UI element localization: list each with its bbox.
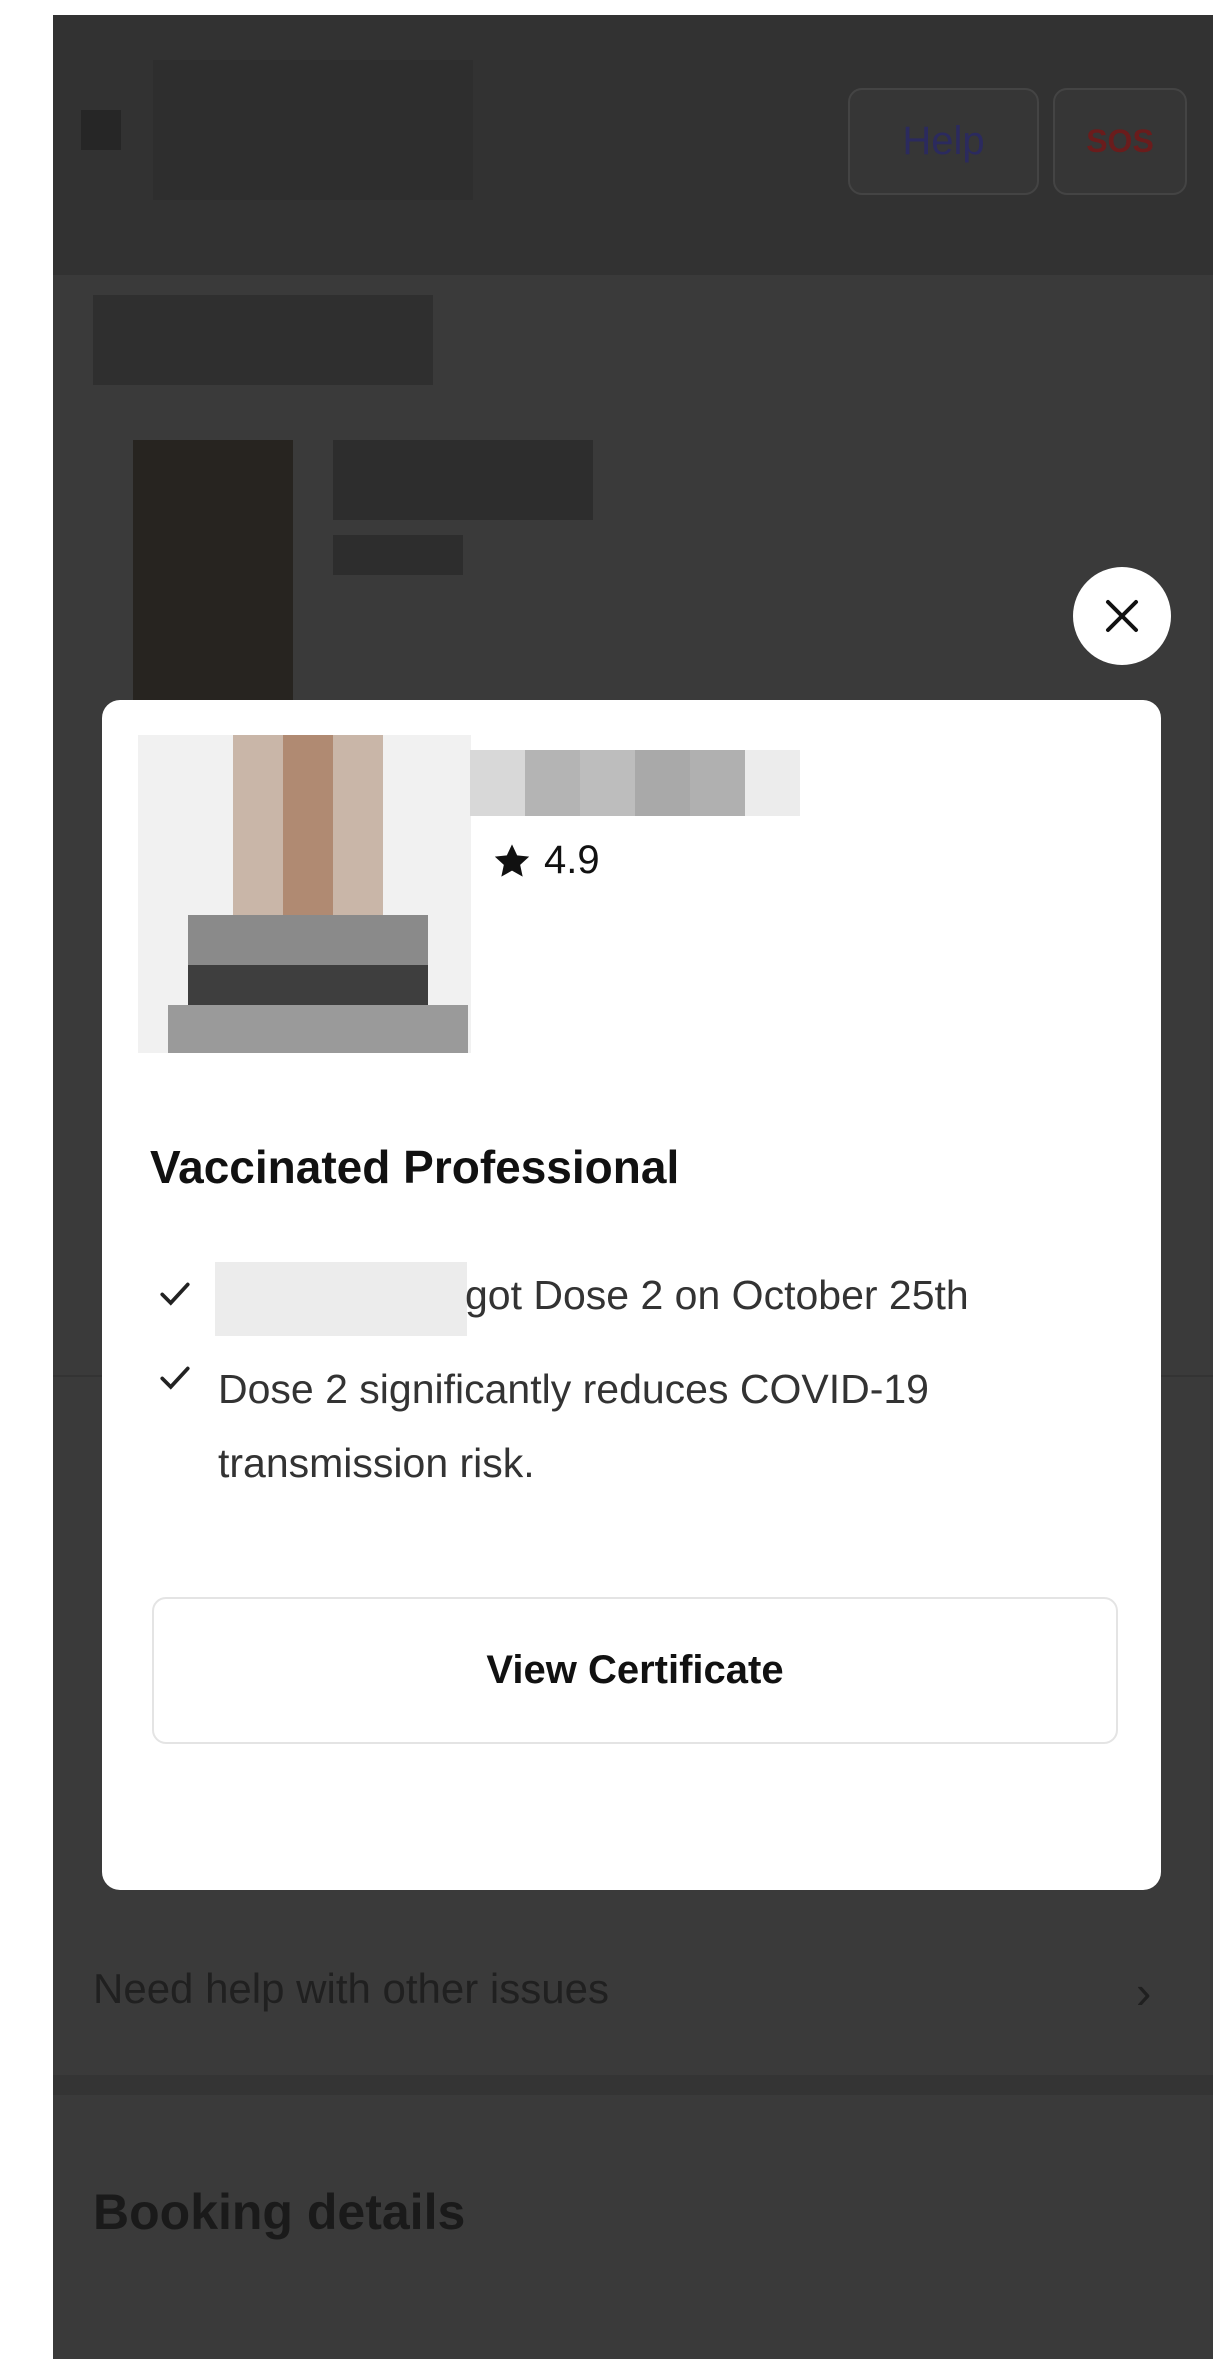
modal-title: Vaccinated Professional <box>150 1141 680 1193</box>
rating: 4.9 <box>492 838 600 883</box>
blurred-name-inline <box>215 1262 467 1336</box>
view-certificate-button[interactable]: View Certificate <box>152 1597 1118 1744</box>
need-help-link[interactable]: Need help with other issues <box>93 1965 609 2013</box>
booking-details-title: Booking details <box>93 2184 466 2240</box>
check-icon <box>158 1276 192 1319</box>
sos-button[interactable]: SOS <box>1053 88 1187 195</box>
check-icon <box>158 1360 192 1403</box>
blurred-subtitle <box>93 295 433 385</box>
blurred-name <box>333 440 593 520</box>
blurred-photo <box>133 440 293 700</box>
blurred-meta <box>333 535 463 575</box>
blurred-professional-name <box>470 750 800 816</box>
help-button[interactable]: Help <box>848 88 1039 195</box>
chevron-right-icon: › <box>1136 1966 1152 2018</box>
dose-info-1: got Dose 2 on October 25th <box>465 1272 969 1318</box>
close-button[interactable] <box>1073 567 1171 665</box>
avatar <box>138 735 471 1053</box>
close-icon <box>1106 600 1138 632</box>
dose-info-2: Dose 2 significantly reduces COVID-19 tr… <box>218 1366 929 1486</box>
blurred-title <box>153 60 473 200</box>
back-icon[interactable] <box>81 110 121 150</box>
app-header: Help SOS <box>53 15 1213 275</box>
star-icon <box>494 843 530 877</box>
section-separator <box>53 2075 1213 2095</box>
